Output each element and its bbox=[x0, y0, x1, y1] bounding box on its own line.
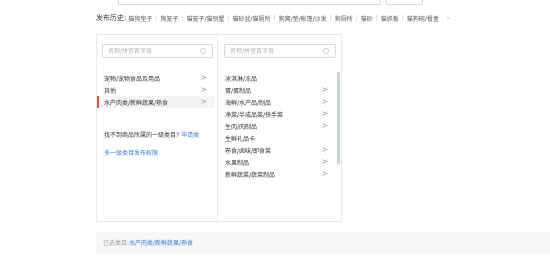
selected-label: 已选类目: bbox=[103, 240, 130, 247]
category-picker: 宠物/宠物食品及用品 > 其他 > 水产肉类/新鲜蔬果/熟食 > 找不到商品所属… bbox=[96, 34, 342, 222]
level2-item[interactable]: 海鲜/水产品/制品 > bbox=[218, 96, 336, 108]
selected-category-bar: 已选类目: 水产肉类/新鲜蔬果/熟食 bbox=[96, 232, 550, 253]
level1-item-other[interactable]: 其他 > bbox=[97, 84, 215, 96]
level2-item[interactable]: 冰淇淋/冻品 bbox=[218, 72, 336, 84]
missing-category-note: 找不到商品所属的一级类目? 申请类 bbox=[104, 130, 199, 139]
level1-search-box[interactable] bbox=[102, 44, 213, 58]
level2-item[interactable]: 净菜/半成品菜/快手菜 > bbox=[218, 108, 336, 120]
item-label: 净菜/半成品菜/快手菜 bbox=[225, 111, 284, 119]
level2-item[interactable]: 生鲜礼品卡 bbox=[218, 132, 336, 144]
item-label: 新鲜蔬菜/蔬菜制品 bbox=[225, 171, 276, 179]
search-button[interactable] bbox=[386, 0, 423, 5]
selected-value: 水产肉类/新鲜蔬果/熟食 bbox=[129, 240, 194, 247]
item-label: 海鲜/水产品/制品 bbox=[225, 99, 272, 107]
level1-list: 宠物/宠物食品及用品 > 其他 > 水产肉类/新鲜蔬果/熟食 > bbox=[97, 72, 215, 108]
history-separator: | bbox=[401, 14, 404, 22]
history-item[interactable]: 猫抓板 bbox=[381, 14, 399, 23]
item-label: 冰淇淋/冻品 bbox=[225, 75, 258, 83]
chevron-right-icon: > bbox=[321, 97, 328, 106]
item-label: 蛋/蛋制品 bbox=[225, 87, 252, 95]
level1-search-input[interactable] bbox=[108, 47, 198, 55]
level2-item[interactable]: 熟食/卤味/即食菜 > bbox=[218, 144, 336, 156]
history-separator: | bbox=[355, 14, 358, 22]
history-item[interactable]: 狗窝/垫/帐篷/沙发 bbox=[279, 14, 327, 23]
history-separator: | bbox=[375, 14, 378, 22]
level2-search-input[interactable] bbox=[230, 47, 320, 55]
level2-item[interactable]: 水果制品 > bbox=[218, 156, 336, 168]
chevron-right-icon: > bbox=[321, 109, 328, 118]
chevron-right-icon: > bbox=[321, 157, 328, 166]
chevron-right-icon: > bbox=[200, 73, 207, 82]
history-item[interactable]: 猫狗垫子 bbox=[128, 14, 152, 23]
history-item[interactable]: 猫狗碗/餐盒 bbox=[407, 14, 439, 23]
level2-search-box[interactable] bbox=[224, 44, 336, 58]
item-label: 其他 bbox=[104, 87, 117, 95]
level2-item[interactable]: 新鲜蔬菜/蔬菜制品 > bbox=[218, 168, 336, 180]
chevron-right-icon: > bbox=[200, 85, 207, 94]
chevron-right-icon[interactable]: › bbox=[447, 15, 449, 22]
history-item[interactable]: 猫砂 bbox=[361, 14, 373, 23]
history-item[interactable]: 猫笼子/猫别墅 bbox=[186, 14, 224, 23]
scrollbar[interactable] bbox=[337, 72, 340, 164]
history-item[interactable]: 狗笼子 bbox=[160, 14, 178, 23]
chevron-right-icon: > bbox=[200, 97, 207, 106]
history-separator: | bbox=[227, 14, 230, 22]
level2-item[interactable]: 生肉/肉制品 > bbox=[218, 120, 336, 132]
category-column-level2: 冰淇淋/冻品 蛋/蛋制品 > 海鲜/水产品/制品 > 净菜/半成品菜/快手菜 >… bbox=[218, 35, 342, 221]
item-label: 水果制品 bbox=[225, 159, 250, 167]
chevron-right-icon: > bbox=[321, 169, 328, 178]
level1-item-pets[interactable]: 宠物/宠物食品及用品 > bbox=[97, 72, 215, 84]
level1-item-fresh-food[interactable]: 水产肉类/新鲜蔬果/熟食 > bbox=[97, 96, 215, 108]
publish-history: 发布历史: 猫狗垫子 | 狗笼子 | 猫笼子/猫别墅 | 猫砂盆/猫厕所 | 狗… bbox=[96, 12, 449, 24]
history-item[interactable]: 猫砂盆/猫厕所 bbox=[233, 14, 271, 23]
history-separator: | bbox=[155, 14, 158, 22]
note-text: 找不到商品所属的一级类目? bbox=[104, 132, 180, 139]
item-label: 宠物/宠物食品及用品 bbox=[104, 75, 161, 83]
permission-link[interactable]: 多一级类目发布权限 bbox=[104, 148, 158, 157]
chevron-right-icon: > bbox=[321, 121, 328, 130]
search-icon bbox=[323, 48, 329, 54]
level2-list: 冰淇淋/冻品 蛋/蛋制品 > 海鲜/水产品/制品 > 净菜/半成品菜/快手菜 >… bbox=[218, 72, 336, 180]
history-item[interactable]: 狗厕所 bbox=[335, 14, 353, 23]
search-icon bbox=[200, 48, 206, 54]
item-label: 生肉/肉制品 bbox=[225, 123, 258, 131]
history-separator: | bbox=[273, 14, 276, 22]
category-search-input[interactable] bbox=[118, 0, 381, 5]
level2-item[interactable]: 蛋/蛋制品 > bbox=[218, 84, 336, 96]
chevron-right-icon: > bbox=[321, 85, 328, 94]
item-label: 熟食/卤味/即食菜 bbox=[225, 147, 272, 155]
history-separator: | bbox=[329, 14, 332, 22]
category-column-level1: 宠物/宠物食品及用品 > 其他 > 水产肉类/新鲜蔬果/熟食 > 找不到商品所属… bbox=[97, 35, 218, 221]
history-separator: | bbox=[181, 14, 184, 22]
item-label: 生鲜礼品卡 bbox=[225, 135, 256, 143]
apply-category-link[interactable]: 申请类 bbox=[181, 132, 199, 139]
chevron-right-icon: > bbox=[321, 145, 328, 154]
item-label: 水产肉类/新鲜蔬果/熟食 bbox=[104, 99, 169, 107]
history-label: 发布历史: bbox=[96, 14, 127, 22]
